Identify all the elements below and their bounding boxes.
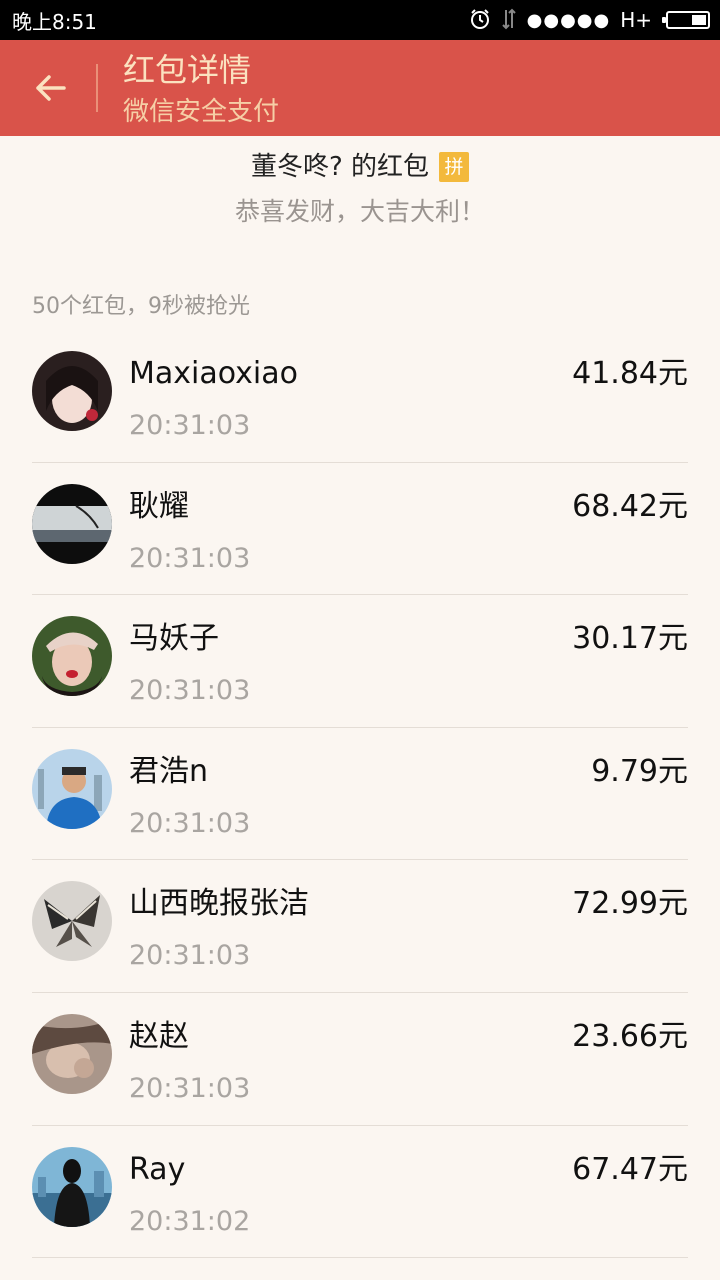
red-packet-sender: 董冬咚? 的红包 拼 恭喜发财，大吉大利！ bbox=[0, 148, 720, 230]
sender-wish: 恭喜发财，大吉大利！ bbox=[234, 197, 485, 226]
recipient-list: Maxiaoxiao 20:31:03 41.84元 耿耀 20:31:03 6… bbox=[0, 330, 720, 1259]
avatar[interactable] bbox=[32, 748, 112, 829]
received-amount: 30.17元 bbox=[572, 621, 688, 657]
list-item[interactable]: 耿耀 20:31:03 68.42元 bbox=[32, 463, 688, 596]
status-time: 晚上8:51 bbox=[12, 9, 97, 34]
recipient-name: Maxiaoxiao bbox=[129, 356, 298, 391]
list-item[interactable]: Maxiaoxiao 20:31:03 41.84元 bbox=[32, 330, 688, 463]
recipient-name: 耿耀 bbox=[129, 488, 189, 524]
avatar[interactable] bbox=[32, 351, 112, 431]
receive-time: 20:31:03 bbox=[129, 410, 251, 441]
receive-time: 20:31:03 bbox=[129, 1072, 251, 1104]
avatar[interactable] bbox=[32, 1013, 112, 1094]
avatar[interactable] bbox=[32, 483, 112, 564]
page-title: 红包详情 bbox=[123, 51, 252, 89]
list-item[interactable]: Ray 20:31:02 67.47元 bbox=[32, 1126, 688, 1259]
list-item[interactable]: 赵赵 20:31:03 23.66元 bbox=[32, 993, 688, 1126]
page-subtitle: 微信安全支付 bbox=[123, 97, 280, 127]
list-item[interactable]: 马妖子 20:31:03 30.17元 bbox=[32, 595, 688, 728]
signal-icon: ●●●●● bbox=[526, 9, 611, 31]
recipient-name: 山西晚报张洁 bbox=[129, 886, 309, 922]
packet-summary: 50个红包，9秒被抢光 bbox=[32, 294, 250, 319]
received-amount: 72.99元 bbox=[572, 886, 688, 922]
back-button[interactable] bbox=[24, 62, 76, 114]
receive-time: 20:31:03 bbox=[129, 807, 251, 839]
avatar[interactable] bbox=[32, 616, 112, 697]
list-item[interactable]: 君浩n 20:31:03 9.79元 bbox=[32, 728, 688, 861]
receive-time: 20:31:03 bbox=[129, 675, 251, 707]
avatar[interactable] bbox=[32, 881, 112, 962]
back-arrow-icon bbox=[36, 75, 66, 101]
received-amount: 67.47元 bbox=[572, 1151, 688, 1187]
recipient-name: 赵赵 bbox=[129, 1018, 189, 1054]
received-amount: 9.79元 bbox=[591, 753, 688, 789]
status-bar: 晚上8:51 ●●●●● H+ bbox=[0, 0, 720, 40]
battery-icon bbox=[662, 11, 710, 29]
alarm-icon bbox=[469, 8, 491, 33]
header-divider bbox=[96, 64, 98, 112]
header-bar: 红包详情 微信安全支付 bbox=[0, 40, 720, 136]
avatar[interactable] bbox=[32, 1146, 112, 1227]
sender-title: 董冬咚? 的红包 bbox=[250, 152, 430, 182]
group-luck-badge: 拼 bbox=[439, 152, 470, 182]
received-amount: 23.66元 bbox=[572, 1018, 688, 1054]
network-type: H+ bbox=[620, 8, 652, 32]
receive-time: 20:31:03 bbox=[129, 940, 251, 972]
receive-time: 20:31:03 bbox=[129, 542, 251, 574]
recipient-name: 君浩n bbox=[129, 753, 209, 789]
receive-time: 20:31:02 bbox=[129, 1205, 251, 1237]
data-transfer-icon bbox=[501, 8, 517, 33]
received-amount: 68.42元 bbox=[572, 488, 688, 524]
received-amount: 41.84元 bbox=[572, 356, 688, 391]
recipient-name: Ray bbox=[129, 1151, 186, 1187]
recipient-name: 马妖子 bbox=[129, 621, 219, 657]
list-item[interactable]: 山西晚报张洁 20:31:03 72.99元 bbox=[32, 860, 688, 993]
